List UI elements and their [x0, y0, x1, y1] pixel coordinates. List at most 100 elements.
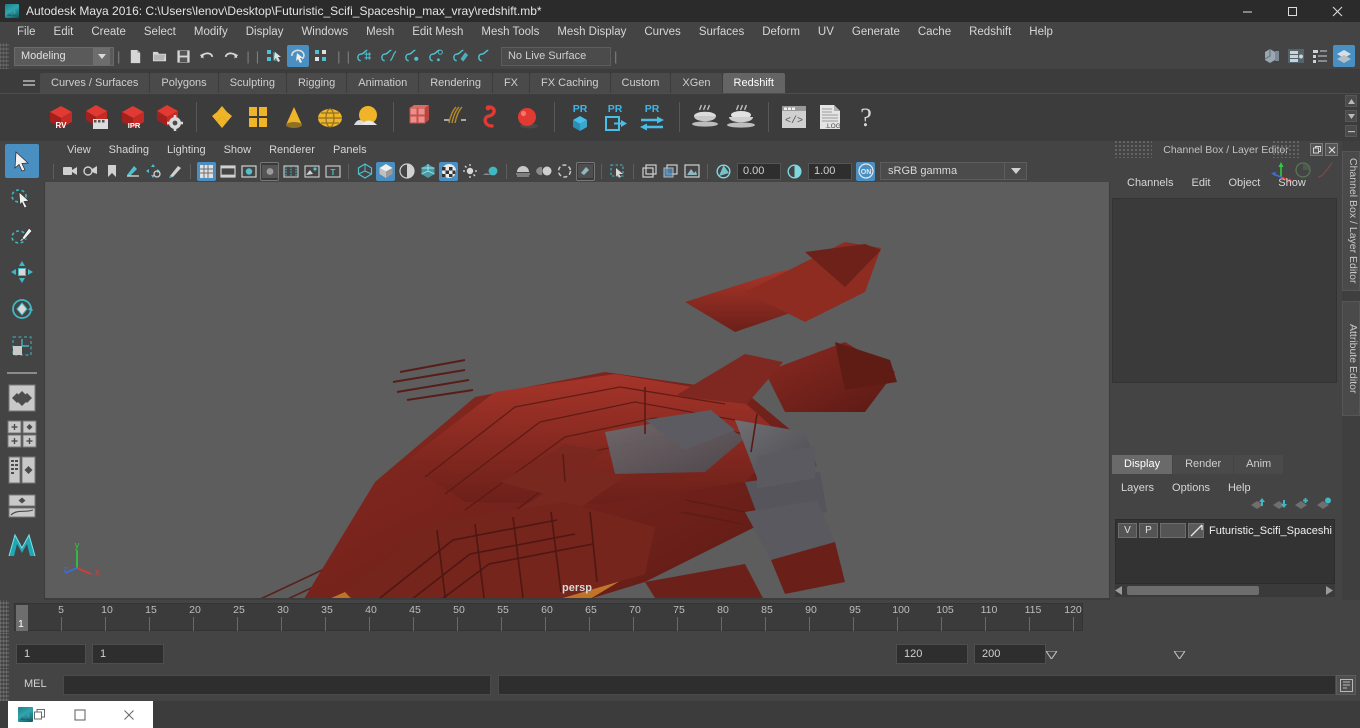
single-perspective-layout[interactable] — [6, 382, 38, 414]
show-hide-attribute-editor-icon[interactable] — [1285, 45, 1307, 67]
viewport-menu-renderer[interactable]: Renderer — [260, 141, 324, 160]
safe-title-icon[interactable]: T — [323, 162, 342, 181]
close-button[interactable] — [1315, 0, 1360, 22]
command-language-label[interactable]: MEL — [24, 678, 47, 690]
camera-attributes-icon[interactable] — [81, 162, 100, 181]
viewport-image-icon[interactable] — [682, 162, 701, 181]
minimize-button[interactable] — [1225, 0, 1270, 22]
sidetab-attribute-editor[interactable]: Attribute Editor — [1342, 301, 1360, 416]
layer-visibility-toggle[interactable]: V — [1118, 523, 1137, 538]
scroll-right-icon[interactable] — [1324, 586, 1333, 595]
layers-options-menu[interactable]: Options — [1163, 479, 1219, 497]
menu-deform[interactable]: Deform — [753, 22, 809, 43]
shelf-overflow-icon[interactable] — [1345, 125, 1357, 137]
range-end-field[interactable]: 120 — [896, 644, 968, 664]
layer-color-swatch[interactable] — [1188, 523, 1204, 538]
viewport-menu-view[interactable]: View — [58, 141, 100, 160]
grid-toggle-icon[interactable] — [197, 161, 216, 181]
redshift-render-view-icon[interactable]: RV — [44, 97, 78, 137]
panel-grip-left[interactable] — [1114, 141, 1152, 158]
create-layer-from-selected-icon[interactable] — [1316, 497, 1332, 513]
channels-object-menu[interactable]: Object — [1219, 173, 1269, 193]
scrollbar-thumb[interactable] — [1127, 586, 1259, 595]
motion-blur-icon[interactable] — [534, 162, 553, 181]
show-hide-tool-settings-icon[interactable] — [1309, 45, 1331, 67]
new-scene-icon[interactable] — [124, 45, 146, 67]
time-slider-track[interactable]: 1 5 10 15 20 25 30 35 40 45 50 55 60 65 … — [14, 603, 1083, 631]
snap-to-grid-icon[interactable] — [354, 45, 376, 67]
color-management-select[interactable]: sRGB gamma — [880, 162, 1005, 180]
menu-mesh-display[interactable]: Mesh Display — [548, 22, 635, 43]
menu-modify[interactable]: Modify — [185, 22, 237, 43]
redshift-bake-all-icon[interactable] — [724, 97, 758, 137]
menu-windows[interactable]: Windows — [292, 22, 357, 43]
screen-space-ao-icon[interactable] — [513, 162, 532, 181]
color-management-toggle-icon[interactable]: ON — [856, 161, 875, 181]
gamma-icon[interactable] — [785, 162, 804, 181]
menu-generate[interactable]: Generate — [843, 22, 909, 43]
bookmark-icon[interactable] — [102, 162, 121, 181]
select-by-hierarchy-icon[interactable] — [263, 45, 285, 67]
menu-display[interactable]: Display — [237, 22, 293, 43]
current-time-indicator[interactable]: 1 — [16, 605, 28, 631]
select-tool[interactable] — [5, 144, 39, 178]
exposure-field[interactable]: 0.00 — [737, 162, 781, 180]
grease-pencil-icon[interactable] — [165, 162, 184, 181]
maximize-button[interactable] — [1270, 0, 1315, 22]
move-layer-up-icon[interactable] — [1250, 497, 1266, 513]
panel-grip-right[interactable] — [1272, 141, 1300, 158]
anim-layer-chevron-down-icon[interactable] — [1044, 650, 1059, 660]
layer-shading-toggle[interactable] — [1160, 523, 1186, 538]
layer-row[interactable]: V P Futuristic_Scifi_Spaceshi — [1116, 522, 1334, 539]
scroll-left-icon[interactable] — [1115, 586, 1124, 595]
resolution-gate-icon[interactable] — [239, 162, 258, 181]
redshift-proxy-icon[interactable] — [402, 97, 436, 137]
redo-icon[interactable] — [220, 45, 242, 67]
layer-list[interactable]: V P Futuristic_Scifi_Spaceshi — [1115, 519, 1335, 584]
snap-to-curve-icon[interactable] — [378, 45, 400, 67]
snap-to-projected-center-icon[interactable] — [426, 45, 448, 67]
smooth-shade-all-icon[interactable] — [376, 161, 395, 181]
select-by-object-type-icon[interactable] — [287, 45, 310, 67]
sidetab-channel-box[interactable]: Channel Box / Layer Editor — [1342, 151, 1360, 291]
film-gate-icon[interactable] — [218, 162, 237, 181]
shelf-tab-custom[interactable]: Custom — [610, 73, 671, 93]
animation-start-field[interactable]: 1 — [16, 644, 86, 664]
redshift-render-settings-icon[interactable] — [152, 97, 186, 137]
viewport-canvas[interactable]: y x z persp — [45, 182, 1109, 598]
redshift-pr-export-icon[interactable]: PR — [599, 97, 633, 137]
menu-create[interactable]: Create — [82, 22, 135, 43]
paint-select-tool[interactable] — [5, 218, 39, 252]
open-scene-icon[interactable] — [148, 45, 170, 67]
redshift-help-icon[interactable]: ? — [849, 97, 883, 137]
redshift-pr-object-icon[interactable]: PR — [563, 97, 597, 137]
shelf-tab-curves-surfaces[interactable]: Curves / Surfaces — [40, 73, 150, 93]
wireframe-on-shaded-icon[interactable] — [418, 162, 437, 181]
viewport-menu-shading[interactable]: Shading — [100, 141, 158, 160]
shelf-tab-fx[interactable]: FX — [492, 73, 530, 93]
layer-name[interactable]: Futuristic_Scifi_Spaceshi — [1209, 525, 1332, 537]
redshift-environment-icon[interactable] — [349, 97, 383, 137]
status-line-grip[interactable] — [0, 43, 9, 69]
lasso-select-tool[interactable] — [5, 181, 39, 215]
safe-action-icon[interactable] — [302, 162, 321, 181]
redshift-render-sequence-icon[interactable] — [80, 97, 114, 137]
open-script-editor-icon[interactable] — [1336, 675, 1356, 695]
shelf-tab-sculpting[interactable]: Sculpting — [218, 73, 286, 93]
character-set-chevron-down-icon[interactable] — [1172, 650, 1187, 660]
xray-joints-icon[interactable] — [640, 162, 659, 181]
shelf-tab-xgen[interactable]: XGen — [671, 73, 722, 93]
select-by-component-type-icon[interactable] — [311, 45, 333, 67]
select-camera-icon[interactable] — [60, 162, 79, 181]
redshift-script-icon[interactable]: </> — [777, 97, 811, 137]
maya-taskbar-icon[interactable] — [8, 701, 56, 728]
menu-surfaces[interactable]: Surfaces — [690, 22, 753, 43]
menu-set-selector[interactable]: Modeling — [14, 46, 114, 66]
menu-uv[interactable]: UV — [809, 22, 843, 43]
menu-edit-mesh[interactable]: Edit Mesh — [403, 22, 472, 43]
menu-cache[interactable]: Cache — [909, 22, 960, 43]
shelf-scroll-buttons[interactable] — [1344, 95, 1358, 137]
xray-icon[interactable] — [608, 162, 627, 181]
make-live-icon[interactable] — [474, 45, 496, 67]
snap-to-point-icon[interactable] — [402, 45, 424, 67]
